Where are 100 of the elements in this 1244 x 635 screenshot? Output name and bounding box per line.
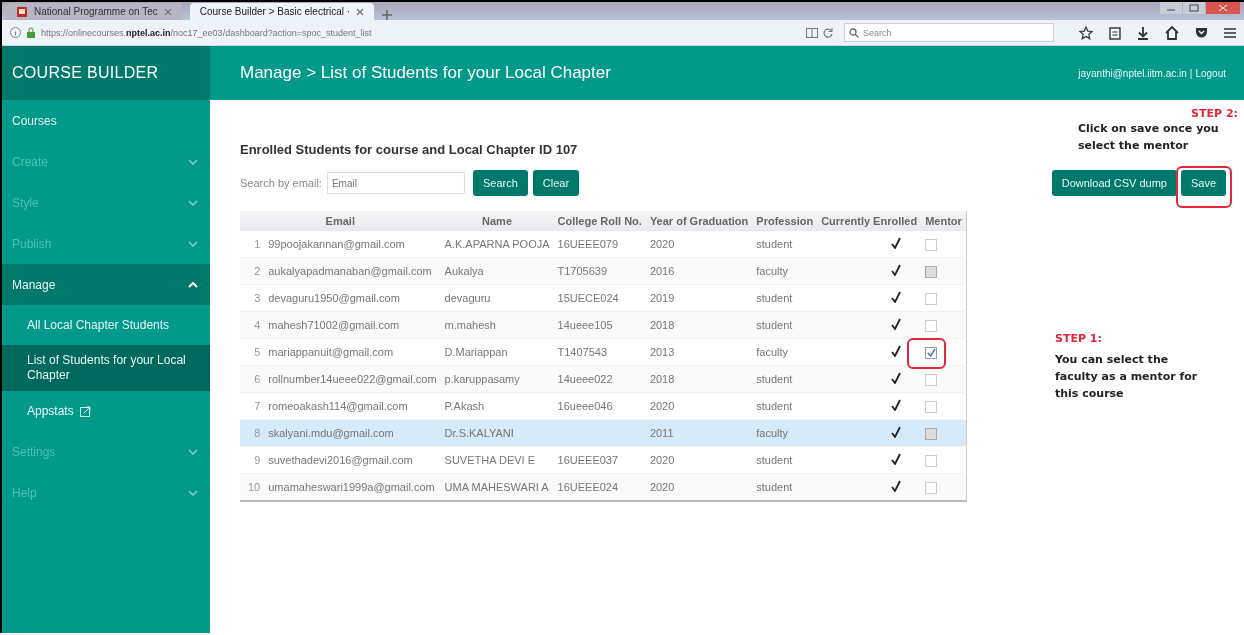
table-cell: rollnumber14ueee022@gmail.com bbox=[268, 373, 437, 385]
maximize-icon bbox=[1183, 2, 1205, 14]
table-cell: P.Akash bbox=[444, 400, 485, 412]
chevron-down-icon bbox=[188, 489, 198, 496]
new-tab-icon bbox=[382, 10, 393, 20]
row-number: 6 bbox=[240, 365, 265, 393]
home-icon bbox=[1165, 25, 1179, 40]
table-cell: 2020 bbox=[649, 238, 675, 250]
reader-view-icon bbox=[806, 27, 818, 38]
column-header: College Roll No. bbox=[553, 211, 646, 231]
instruction-text: Click on save once you select the mentor bbox=[1078, 121, 1220, 154]
table-cell: p.karuppasamy bbox=[444, 373, 520, 385]
row-number: 7 bbox=[240, 392, 265, 420]
table-cell: faculty bbox=[756, 265, 789, 277]
table-cell: 15UECE024 bbox=[557, 292, 619, 304]
app-title: COURSE BUILDER bbox=[12, 64, 159, 82]
browser-tab[interactable]: Course Builder > Basic electrical · bbox=[189, 3, 375, 20]
table-cell: m.mahesh bbox=[444, 319, 496, 331]
download-icon bbox=[1137, 25, 1149, 40]
table-cell: 2020 bbox=[649, 454, 675, 466]
table-cell: student bbox=[756, 481, 793, 493]
logout-link[interactable]: Logout bbox=[1195, 67, 1226, 79]
table-cell: T1407543 bbox=[557, 346, 608, 358]
instruction-text: You can select the faculty as a mentor for this course bbox=[1055, 352, 1199, 402]
menu-icon bbox=[1224, 26, 1236, 39]
download-button[interactable]: Download CSV dump bbox=[1051, 170, 1177, 196]
mentor-checkbox[interactable] bbox=[925, 373, 938, 386]
mentor-checkbox[interactable] bbox=[925, 400, 938, 413]
search-label: Search by email: bbox=[240, 177, 322, 189]
row-number: 5 bbox=[240, 338, 265, 366]
separator: | bbox=[1189, 67, 1193, 79]
table-cell: aukalyapadmanaban@gmail.com bbox=[268, 265, 432, 277]
chevron-down-icon bbox=[188, 240, 198, 247]
chevron-up-icon bbox=[188, 281, 198, 288]
table-cell: 2016 bbox=[649, 265, 675, 277]
column-header: Year of Graduation bbox=[645, 211, 753, 231]
chevron-down-icon bbox=[188, 448, 198, 455]
clipboard-icon bbox=[1109, 25, 1121, 40]
search-icon bbox=[849, 27, 859, 38]
row-number: 4 bbox=[240, 311, 265, 339]
mentor-checkbox[interactable] bbox=[925, 454, 938, 467]
save-button[interactable]: Save bbox=[1180, 170, 1226, 196]
table-cell: student bbox=[756, 454, 793, 466]
pocket-icon bbox=[1195, 26, 1208, 39]
table-cell: umamaheswari1999a@gmail.com bbox=[268, 481, 435, 493]
mentor-checkbox[interactable] bbox=[925, 346, 938, 359]
email-field[interactable]: Email bbox=[326, 172, 465, 194]
search-field[interactable]: Search bbox=[844, 23, 1054, 42]
column-header: Mentor bbox=[921, 211, 967, 231]
sidebar-item[interactable]: Manage bbox=[12, 277, 56, 292]
browser-tab[interactable]: National Programme on Tec bbox=[6, 3, 182, 20]
column-header: Name bbox=[440, 211, 554, 231]
minimize-icon bbox=[1160, 2, 1182, 14]
step-label: STEP 1: bbox=[1055, 332, 1103, 345]
table-cell: 2020 bbox=[649, 400, 675, 412]
table-cell: faculty bbox=[756, 427, 789, 439]
clear-button[interactable]: Clear bbox=[532, 170, 580, 196]
section-title: Enrolled Students for course and Local Chapter ID 107 bbox=[240, 142, 579, 157]
table-cell: 99poojakannan@gmail.com bbox=[268, 238, 405, 250]
column-header: Profession bbox=[752, 211, 818, 231]
chevron-down-icon bbox=[188, 199, 198, 206]
sidebar-item[interactable]: Courses bbox=[12, 113, 57, 128]
mentor-checkbox[interactable] bbox=[925, 481, 938, 494]
table-cell: 16UEEE079 bbox=[557, 238, 619, 250]
chevron-down-icon bbox=[188, 158, 198, 165]
search-button[interactable]: Search bbox=[472, 170, 528, 196]
row-number: 8 bbox=[240, 419, 265, 447]
site-icon bbox=[16, 5, 28, 18]
table-cell: student bbox=[756, 400, 793, 412]
mentor-checkbox[interactable] bbox=[925, 292, 938, 305]
row-number: 2 bbox=[240, 257, 265, 285]
table-cell: Aukalya bbox=[444, 265, 484, 277]
url-field[interactable]: https://onlinecourses.nptel.ac.in/noc17_ee03/dashboard?action=spoc_student_list bbox=[41, 27, 801, 38]
table-cell: devaguru bbox=[444, 292, 491, 304]
row-number: 10 bbox=[240, 473, 265, 501]
table-cell: devaguru1950@gmail.com bbox=[268, 292, 400, 304]
row-number: 9 bbox=[240, 446, 265, 474]
mentor-checkbox[interactable] bbox=[925, 238, 938, 251]
table-cell: 2018 bbox=[649, 373, 675, 385]
table-cell: T1705639 bbox=[557, 265, 608, 277]
table-cell: student bbox=[756, 292, 793, 304]
sidebar-subitem[interactable]: Appstats bbox=[2, 391, 210, 431]
table-cell: Dr.S.KALYANI bbox=[444, 427, 514, 439]
sidebar-subitem[interactable]: All Local Chapter Students bbox=[2, 305, 210, 345]
table-cell: romeoakash114@gmail.com bbox=[268, 400, 408, 412]
table-cell: 2020 bbox=[649, 481, 675, 493]
table-cell: SUVETHA DEVI E bbox=[444, 454, 536, 466]
close-icon bbox=[1206, 2, 1240, 14]
table-cell: 2018 bbox=[649, 319, 675, 331]
info-icon bbox=[10, 27, 21, 38]
external-link-icon bbox=[79, 405, 91, 417]
close-icon bbox=[356, 7, 365, 16]
table-cell: 16UEEE024 bbox=[557, 481, 619, 493]
table-cell: 14ueee022 bbox=[557, 373, 613, 385]
table-cell: 2011 bbox=[649, 427, 674, 439]
sidebar-subitem[interactable]: List of Students for your Local Chapter bbox=[2, 345, 210, 391]
mentor-checkbox[interactable] bbox=[925, 319, 938, 332]
close-icon bbox=[163, 7, 172, 16]
table-cell: suvethadevi2016@gmail.com bbox=[268, 454, 413, 466]
row-number: 1 bbox=[240, 231, 265, 258]
